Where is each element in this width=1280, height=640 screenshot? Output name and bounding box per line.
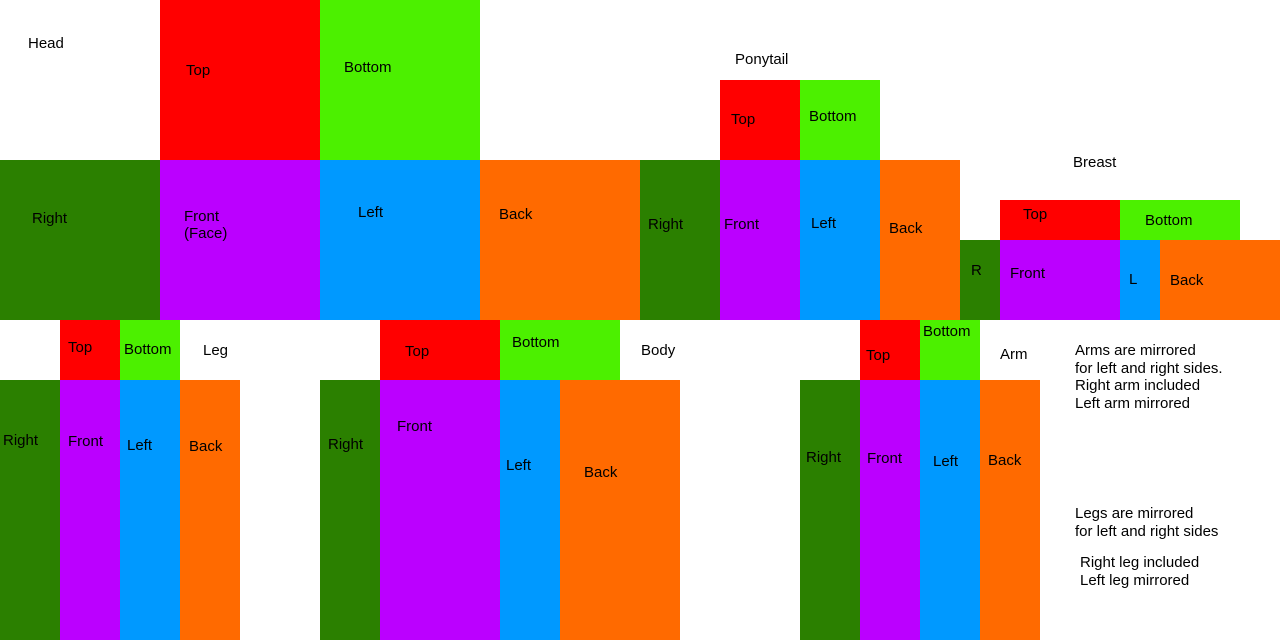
uv-tile-body-right[interactable]	[320, 380, 380, 640]
uv-tile-label-ponytail-left: Left	[811, 215, 837, 232]
uv-tile-breast-left[interactable]	[1120, 240, 1160, 320]
uv-tile-breast-top[interactable]	[1000, 200, 1120, 240]
uv-tile-label-leg-right: Right	[3, 432, 39, 449]
uv-tile-head-bottom[interactable]	[320, 0, 480, 160]
uv-tile-label-leg-top: Top	[68, 339, 93, 356]
uv-tile-label-head-front: Front (Face)	[184, 208, 228, 242]
leg-mirror-note-detail: Right leg included Left leg mirrored	[1080, 554, 1200, 589]
uv-tile-leg-back[interactable]	[180, 380, 240, 640]
group-label-head: Head	[28, 35, 64, 52]
uv-tile-label-breast-right: R	[971, 262, 982, 279]
uv-tile-label-ponytail-top: Top	[731, 111, 756, 128]
uv-tile-label-breast-bottom: Bottom	[1145, 212, 1193, 229]
uv-tile-label-arm-top: Top	[866, 347, 891, 364]
uv-texture-layout-canvas: Head Top Bottom Right Front (Face) Left Back Po…	[0, 0, 1280, 640]
uv-tile-label-ponytail-front: Front	[724, 216, 760, 233]
uv-tile-label-breast-back: Back	[1170, 272, 1204, 289]
group-label-breast: Breast	[1073, 154, 1117, 171]
uv-tile-label-leg-back: Back	[189, 438, 223, 455]
uv-tile-leg-right[interactable]	[0, 380, 60, 640]
uv-tile-body-back[interactable]	[560, 380, 680, 640]
uv-tile-arm-front[interactable]	[860, 380, 920, 640]
uv-tile-label-body-right: Right	[328, 436, 364, 453]
leg-mirror-note: Legs are mirrored for left and right sid…	[1075, 505, 1219, 540]
uv-tile-label-body-front: Front	[397, 418, 433, 435]
uv-tile-label-arm-bottom: Bottom	[923, 323, 971, 340]
arm-mirror-note: Arms are mirrored for left and right sid…	[1075, 342, 1223, 412]
group-label-ponytail: Ponytail	[735, 51, 789, 68]
uv-tile-arm-left[interactable]	[920, 380, 980, 640]
uv-tile-label-head-bottom: Bottom	[344, 59, 392, 76]
group-label-leg: Leg	[203, 342, 229, 359]
uv-tile-label-head-left: Left	[358, 204, 384, 221]
uv-tile-ponytail-back[interactable]	[880, 160, 960, 320]
uv-tile-label-ponytail-right: Right	[648, 216, 684, 233]
uv-tile-label-arm-front: Front	[867, 450, 903, 467]
uv-tile-ponytail-left[interactable]	[800, 160, 880, 320]
uv-tile-arm-right[interactable]	[800, 380, 860, 640]
uv-tile-head-back[interactable]	[480, 160, 640, 320]
uv-tile-label-breast-front: Front	[1010, 265, 1046, 282]
uv-tile-label-head-top: Top	[186, 62, 211, 79]
uv-tile-label-leg-left: Left	[127, 437, 153, 454]
group-label-body: Body	[641, 342, 676, 359]
uv-tile-body-left[interactable]	[500, 380, 560, 640]
uv-tile-head-right[interactable]	[0, 160, 160, 320]
uv-tile-label-ponytail-bottom: Bottom	[809, 108, 857, 125]
uv-tile-label-ponytail-back: Back	[889, 220, 923, 237]
uv-tile-label-arm-back: Back	[988, 452, 1022, 469]
uv-tile-body-top[interactable]	[380, 320, 500, 380]
uv-tile-label-arm-left: Left	[933, 453, 959, 470]
uv-tile-label-breast-top: Top	[1023, 206, 1048, 223]
uv-tile-ponytail-right[interactable]	[640, 160, 720, 320]
uv-tile-label-body-bottom: Bottom	[512, 334, 560, 351]
uv-tile-leg-left[interactable]	[120, 380, 180, 640]
uv-tile-label-arm-right: Right	[806, 449, 842, 466]
uv-tile-head-top[interactable]	[160, 0, 320, 160]
uv-tile-label-body-back: Back	[584, 464, 618, 481]
uv-tile-head-left[interactable]	[320, 160, 480, 320]
uv-tile-label-breast-left: L	[1129, 271, 1138, 288]
uv-tile-label-head-right: Right	[32, 210, 68, 227]
uv-tile-ponytail-front[interactable]	[720, 160, 800, 320]
uv-tile-label-body-top: Top	[405, 343, 430, 360]
uv-tile-label-leg-bottom: Bottom	[124, 341, 172, 358]
uv-tile-arm-back[interactable]	[980, 380, 1040, 640]
uv-tile-label-head-back: Back	[499, 206, 533, 223]
uv-tile-breast-right[interactable]	[960, 240, 1000, 320]
uv-tile-label-body-left: Left	[506, 457, 532, 474]
group-label-arm: Arm	[1000, 346, 1028, 363]
uv-tile-label-leg-front: Front	[68, 433, 104, 450]
uv-tile-leg-front[interactable]	[60, 380, 120, 640]
